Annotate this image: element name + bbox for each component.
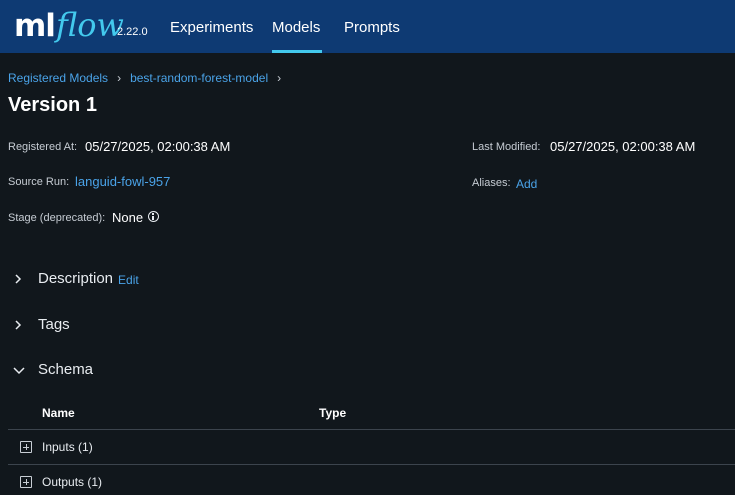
nav-models[interactable]: Models: [272, 18, 320, 38]
breadcrumb-model-name[interactable]: best-random-forest-model: [130, 71, 268, 85]
chevron-right-icon: [15, 273, 22, 284]
description-section-header[interactable]: Description Edit: [12, 270, 139, 287]
active-nav-indicator: [272, 50, 322, 53]
expand-plus-icon[interactable]: [20, 476, 32, 488]
top-navigation-bar: ml flow 2.22.0 Experiments Models Prompt…: [0, 0, 735, 53]
stage-value: None: [112, 210, 144, 225]
aliases-add-link[interactable]: Add: [516, 177, 537, 191]
schema-row-label: Inputs (1): [42, 440, 93, 454]
nav-prompts[interactable]: Prompts: [344, 18, 400, 38]
stage-label: Stage (deprecated):: [8, 212, 106, 224]
chevron-right-icon: [15, 319, 22, 330]
nav-experiments[interactable]: Experiments: [170, 18, 253, 38]
logo-flow-text: flow: [55, 6, 124, 44]
last-modified-value: 05/27/2025, 02:00:38 AM: [550, 139, 696, 154]
expand-plus-icon[interactable]: [20, 441, 32, 453]
description-title: Description: [38, 270, 114, 287]
description-edit-link[interactable]: Edit: [118, 273, 139, 287]
mlflow-logo[interactable]: ml flow: [14, 5, 124, 45]
tags-section-header[interactable]: Tags: [12, 316, 70, 333]
breadcrumb: Registered Models › best-random-forest-m…: [8, 71, 290, 85]
breadcrumb-registered-models[interactable]: Registered Models: [8, 71, 108, 85]
schema-column-type: Type: [319, 406, 347, 420]
aliases-label: Aliases:: [472, 177, 511, 189]
page-title: Version 1: [8, 94, 97, 116]
registered-at-value: 05/27/2025, 02:00:38 AM: [85, 139, 231, 154]
chevron-down-icon: [13, 366, 25, 374]
schema-column-name: Name: [42, 406, 75, 420]
schema-row-inputs[interactable]: Inputs (1): [20, 440, 93, 454]
last-modified-label: Last Modified:: [472, 141, 541, 153]
source-run-link[interactable]: languid-fowl-957: [75, 174, 170, 189]
schema-row-outputs[interactable]: Outputs (1): [20, 475, 102, 489]
table-divider: [8, 464, 735, 465]
info-icon[interactable]: [148, 211, 159, 222]
breadcrumb-separator-icon: ›: [117, 71, 122, 85]
logo-ml-text: ml: [14, 8, 56, 44]
registered-at-label: Registered At:: [8, 141, 78, 153]
schema-title: Schema: [38, 361, 94, 378]
schema-section-header[interactable]: Schema: [12, 361, 93, 378]
breadcrumb-separator-icon: ›: [277, 71, 282, 85]
schema-row-label: Outputs (1): [42, 475, 103, 489]
source-run-label: Source Run:: [8, 176, 70, 188]
version-label: 2.22.0: [117, 26, 148, 38]
tags-title: Tags: [38, 316, 70, 333]
table-divider: [8, 429, 735, 430]
